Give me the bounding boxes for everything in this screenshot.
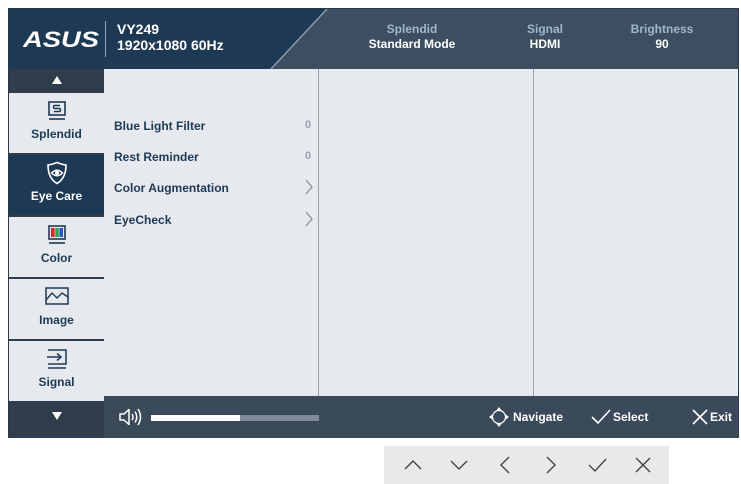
check-icon	[591, 409, 611, 425]
svg-text:ASUS: ASUS	[23, 28, 99, 50]
stat-brightness: Brightness 90	[631, 22, 694, 52]
stat-value: Standard Mode	[368, 37, 456, 51]
triangle-up-icon	[51, 76, 62, 84]
menu-item-label: Rest Reminder	[114, 150, 199, 164]
chevron-up-icon[interactable]	[402, 454, 424, 476]
menu-item-rest-reminder[interactable]: Rest Reminder 0	[114, 146, 314, 168]
asus-logo: ASUS	[23, 28, 99, 50]
menu-item-eyecheck[interactable]: EyeCheck	[114, 209, 314, 231]
stat-label: Signal	[526, 22, 564, 36]
sidebar-item-image[interactable]: Image	[9, 279, 104, 339]
menu-item-value: 0	[305, 150, 312, 162]
chevron-left-icon[interactable]	[494, 454, 516, 476]
stat-splendid: Splendid Standard Mode	[369, 22, 456, 52]
sidebar-item-signal[interactable]: Signal	[9, 341, 104, 401]
sidebar-item-label: Splendid	[31, 127, 82, 141]
menu-item-color-augmentation[interactable]: Color Augmentation	[114, 177, 314, 199]
menu-item-label: Blue Light Filter	[114, 119, 206, 133]
menu-item-label: EyeCheck	[114, 213, 172, 227]
splendid-icon	[48, 101, 66, 120]
submenu-panels: Blue Light Filter 0 Rest Reminder 0 Colo…	[104, 69, 738, 396]
stat-label: Brightness	[630, 22, 694, 36]
sidebar-item-label: Signal	[38, 375, 75, 389]
menu-item-value: 0	[305, 119, 312, 131]
triangle-down-icon	[51, 412, 62, 420]
eye-icon	[47, 161, 67, 185]
stat-label: Splendid	[386, 22, 438, 36]
stat-signal: Signal HDMI	[527, 22, 563, 52]
sidebar-item-eye-care[interactable]: Eye Care	[9, 155, 104, 215]
hint-select: Select	[590, 406, 660, 428]
hint-navigate: Navigate	[488, 406, 568, 428]
sidebar-item-color[interactable]: Color	[9, 217, 104, 277]
panel-divider	[533, 69, 534, 396]
chevron-right-icon	[305, 179, 313, 195]
sidebar-item-label: Eye Care	[30, 189, 83, 203]
close-icon	[692, 409, 708, 425]
scroll-down-arrow[interactable]	[9, 405, 104, 429]
hint-exit: Exit	[690, 406, 738, 428]
monitor-model: VY249	[117, 21, 160, 37]
image-wave-icon	[45, 287, 69, 305]
sidebar-item-label: Image	[39, 313, 74, 327]
speaker-icon	[119, 408, 142, 426]
color-bars-icon	[48, 225, 66, 244]
menu-item-label: Color Augmentation	[114, 181, 229, 195]
close-icon[interactable]	[632, 454, 654, 476]
chevron-right-icon[interactable]	[540, 454, 562, 476]
hardware-key-guide	[384, 446, 669, 484]
menu-item-blue-light-filter[interactable]: Blue Light Filter 0	[114, 115, 314, 137]
scroll-up-arrow[interactable]	[9, 71, 104, 93]
hint-label: Select	[613, 410, 649, 424]
hint-label: Navigate	[513, 410, 564, 424]
hint-label: Exit	[710, 410, 733, 424]
osd-header: ASUS VY249 1920x1080 60Hz Splendid Stand…	[9, 9, 738, 69]
panel-divider	[318, 69, 319, 396]
current-resolution: 1920x1080 60Hz	[117, 37, 224, 53]
osd-bottom-bar: Navigate Select Exit	[104, 396, 738, 438]
sidebar-item-splendid[interactable]: Splendid	[9, 93, 104, 153]
navigate-icon	[489, 407, 509, 427]
volume-slider[interactable]	[151, 415, 319, 421]
chevron-down-icon[interactable]	[448, 454, 470, 476]
monitor-osd: ASUS VY249 1920x1080 60Hz Splendid Stand…	[8, 8, 739, 438]
chevron-right-icon	[305, 211, 313, 227]
logo-divider	[105, 21, 106, 57]
check-icon[interactable]	[586, 454, 608, 476]
signal-input-icon	[47, 349, 67, 369]
main-menu-sidebar: Splendid Eye Care Color Image Signal	[9, 69, 104, 438]
sidebar-item-label: Color	[40, 251, 73, 265]
stat-value: HDMI	[529, 37, 561, 51]
stat-value: 90	[655, 37, 669, 51]
volume-slider-fill	[151, 415, 241, 421]
